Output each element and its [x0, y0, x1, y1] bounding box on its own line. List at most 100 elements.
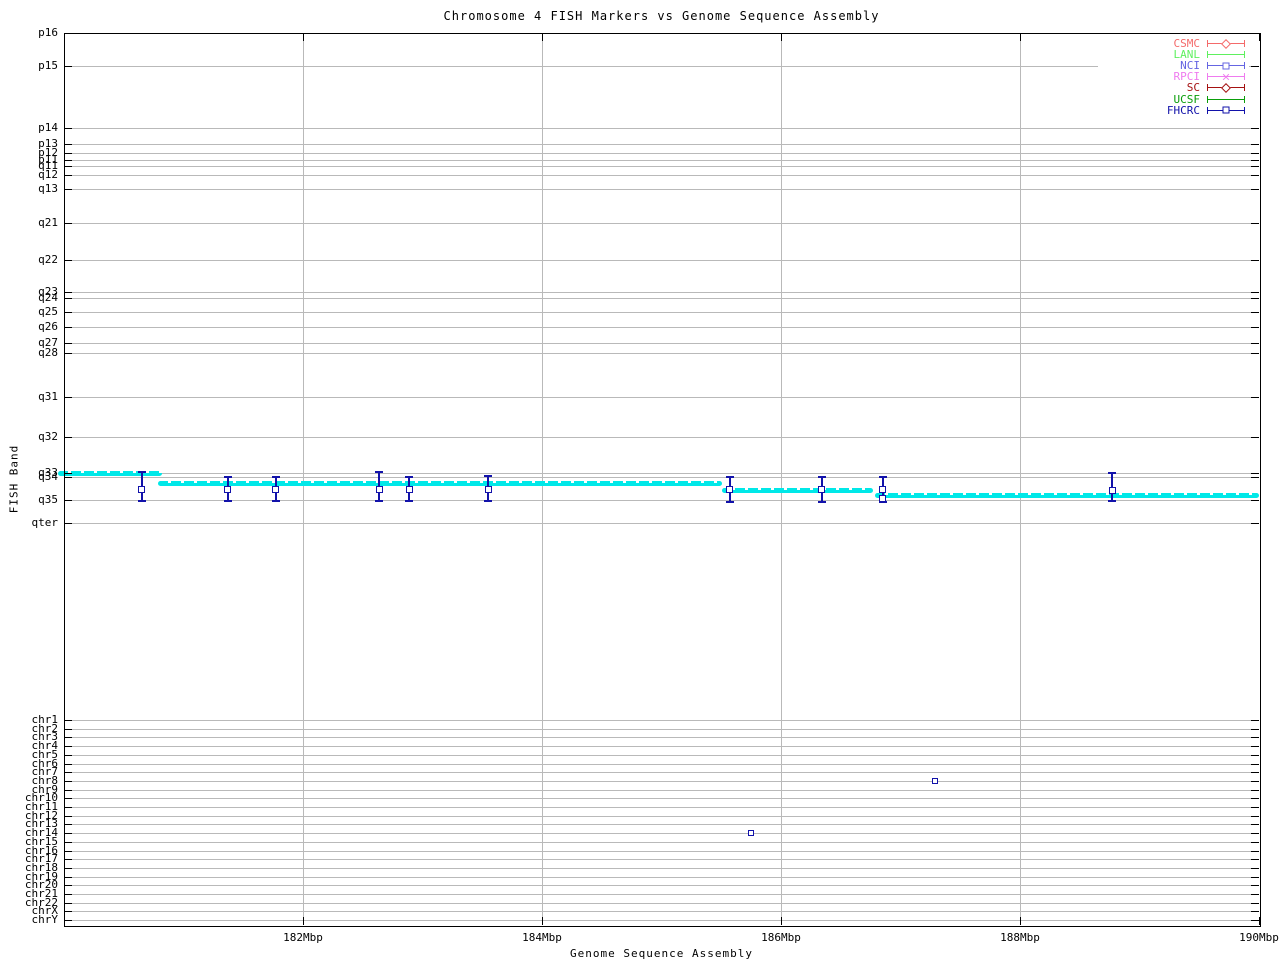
- plot-border: [64, 33, 1261, 927]
- legend-sample-cap: [1207, 51, 1208, 59]
- diamond-marker-icon: [1221, 38, 1231, 49]
- legend-sample-cap: [1207, 84, 1208, 92]
- diamond-marker-icon: [1221, 82, 1231, 93]
- y-tick-left: [64, 815, 72, 817]
- x-tick-top: [1020, 33, 1021, 41]
- legend-sample-cap: [1207, 62, 1208, 70]
- x-tick-bottom: [542, 917, 543, 925]
- y-tick-label: q28: [38, 346, 58, 359]
- y-tick-left: [64, 312, 72, 313]
- legend-sample: [1207, 82, 1245, 93]
- x-tick-top: [542, 33, 543, 41]
- y-tick-right: [1251, 437, 1259, 438]
- y-tick-right: [1251, 789, 1259, 791]
- y-tick-right: [1251, 824, 1259, 826]
- y-tick-right: [1251, 867, 1259, 869]
- y-tick-left: [64, 894, 72, 895]
- y-tick-left: [64, 728, 72, 730]
- y-tick-right: [1251, 798, 1259, 800]
- legend-sample-cap: [1244, 84, 1245, 92]
- legend-sample-cap: [1244, 73, 1245, 81]
- y-tick-right: [1251, 841, 1259, 843]
- y-tick-left: [64, 128, 72, 129]
- y-tick-left: [64, 477, 72, 478]
- y-tick-left: [64, 260, 72, 261]
- y-tick-left: [64, 772, 72, 774]
- y-tick-left: [64, 763, 72, 765]
- x-tick-label: 190Mbp: [1239, 931, 1279, 944]
- y-tick-left: [64, 780, 72, 782]
- y-tick-left: [64, 66, 72, 67]
- legend-label: FHCRC: [1166, 103, 1200, 117]
- y-tick-label: p15: [38, 59, 58, 72]
- legend-entry-sc: SC: [1108, 82, 1245, 93]
- y-tick-label: chrY: [31, 913, 59, 927]
- y-tick-label: q26: [38, 320, 58, 333]
- y-tick-right: [1251, 850, 1259, 852]
- legend-entry-lanl: LANL: [1108, 49, 1245, 60]
- x-tick-top: [1259, 33, 1260, 41]
- square-marker-icon: [1222, 106, 1230, 114]
- y-tick-left: [64, 867, 72, 869]
- y-tick-label: p14: [38, 121, 58, 134]
- y-tick-right: [1251, 728, 1259, 730]
- y-tick-label: q34: [38, 470, 58, 483]
- x-tick-label: 182Mbp: [283, 931, 323, 944]
- y-tick-right: [1251, 477, 1259, 478]
- y-tick-right: [1251, 876, 1259, 878]
- y-tick-right: [1251, 128, 1259, 129]
- y-tick-right: [1251, 911, 1259, 913]
- y-tick-label: q21: [38, 216, 58, 229]
- legend-sample-cap: [1244, 40, 1245, 48]
- legend-sample: [1207, 38, 1245, 49]
- y-tick-right: [1251, 763, 1259, 765]
- y-tick-left: [64, 153, 72, 154]
- y-tick-right: [1251, 153, 1259, 154]
- legend-sample-cap: [1207, 106, 1208, 114]
- y-tick-right: [1251, 397, 1259, 398]
- y-tick-right: [1251, 746, 1259, 748]
- y-tick-left: [64, 343, 72, 344]
- legend-sample: [1207, 60, 1245, 71]
- x-axis-title: Genome Sequence Assembly: [570, 947, 753, 960]
- y-tick-right: [1251, 920, 1259, 922]
- y-tick-right: [1251, 815, 1259, 817]
- y-tick-right: [1251, 780, 1259, 782]
- y-tick-right: [1251, 885, 1259, 887]
- y-tick-left: [64, 833, 72, 835]
- y-tick-right: [1251, 223, 1259, 224]
- y-tick-label: q35: [38, 493, 58, 506]
- y-tick-label: q12: [38, 168, 58, 181]
- legend-sample-cap: [1207, 95, 1208, 103]
- y-tick-left: [64, 189, 72, 190]
- y-tick-right: [1251, 353, 1259, 354]
- x-tick-label: 184Mbp: [522, 931, 562, 944]
- x-tick-label: 186Mbp: [761, 931, 801, 944]
- y-tick-left: [64, 824, 72, 826]
- y-tick-label: q25: [38, 305, 58, 318]
- legend-sample-cap: [1244, 62, 1245, 70]
- y-tick-left: [64, 720, 72, 721]
- y-tick-label: q24: [38, 291, 58, 304]
- y-tick-label: qter: [31, 516, 59, 529]
- y-tick-left: [64, 292, 72, 293]
- y-tick-left: [64, 144, 72, 145]
- y-tick-left: [64, 859, 72, 861]
- legend-sample-cap: [1207, 73, 1208, 81]
- y-tick-left: [64, 902, 72, 904]
- y-tick-left: [64, 754, 72, 756]
- y-tick-right: [1251, 189, 1259, 190]
- x-tick-top: [781, 33, 782, 41]
- y-tick-right: [1251, 772, 1259, 774]
- y-tick-label: q22: [38, 253, 58, 266]
- y-tick-right: [1251, 298, 1259, 299]
- y-tick-right: [1251, 33, 1259, 34]
- y-tick-left: [64, 911, 72, 913]
- legend-sample-line: [1207, 98, 1245, 100]
- legend: CSMC LANL NCI RPCI SC UCSF FHCRC: [1098, 36, 1249, 118]
- y-tick-label: p16: [38, 26, 58, 39]
- y-tick-right: [1251, 859, 1259, 861]
- y-tick-left: [64, 876, 72, 878]
- y-tick-left: [64, 523, 72, 524]
- y-tick-left: [64, 298, 72, 299]
